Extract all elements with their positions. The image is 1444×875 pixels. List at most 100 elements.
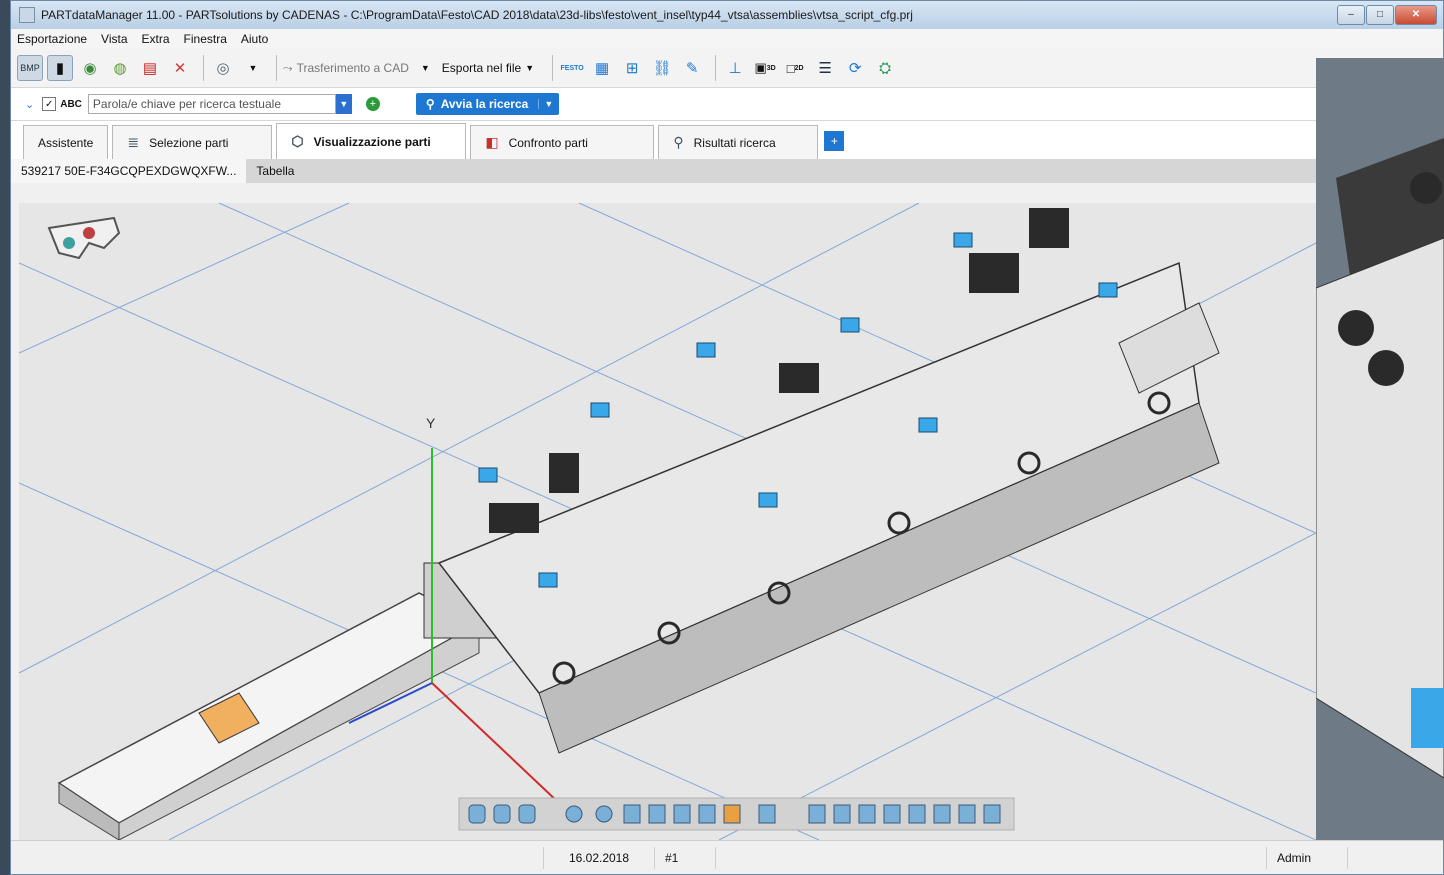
table-icon[interactable]: ⊞ [619, 55, 645, 81]
chevron-down-icon[interactable]: ▼ [538, 99, 553, 109]
status-empty [716, 846, 1267, 869]
status-date: 16.02.2018 [544, 846, 655, 869]
magnifier-icon: ⚲ [425, 97, 435, 111]
tab-label: Assistente [38, 135, 94, 150]
view-3d-button[interactable]: ▣ 3D [752, 55, 778, 81]
view-right-icon[interactable] [858, 804, 876, 824]
tab-label: Selezione parti [149, 135, 229, 150]
phone-icon[interactable]: ▮ [47, 55, 73, 81]
measure-icon[interactable]: ⊥ [722, 55, 748, 81]
export-file-button[interactable]: Esporta nel file ▼ [442, 61, 534, 75]
status-user: Admin [1267, 846, 1348, 869]
transfer-to-cad-button[interactable]: ⤳ Trasferimento a CAD [283, 61, 409, 76]
festo-button[interactable]: FESTO [559, 55, 585, 81]
main-tabs: Assistente ≣ Selezione parti ⬡ Visualizzaz… [11, 121, 1443, 159]
view-2d-button[interactable]: □ 2D [782, 55, 808, 81]
status-bar: 16.02.2018 #1 Admin [11, 840, 1443, 874]
menu-finestra[interactable]: Finestra [184, 32, 227, 46]
minimize-button[interactable]: – [1337, 5, 1365, 25]
tab-selezione-parti[interactable]: ≣ Selezione parti [112, 125, 273, 159]
toolbar-separator [552, 55, 554, 81]
transfer-label: Trasferimento a CAD [296, 61, 409, 75]
title-bar[interactable]: PARTdataManager 11.00 - PARTsolutions by… [11, 1, 1443, 29]
view-top-icon[interactable] [883, 804, 901, 824]
abc-label: ABC [60, 98, 82, 110]
close-button[interactable]: ✕ [1395, 5, 1437, 25]
menu-esportazione[interactable]: Esportazione [17, 32, 87, 46]
chevron-down-icon: ▼ [525, 63, 535, 73]
list-icon[interactable]: ☰ [812, 55, 838, 81]
wrench-icon[interactable]: ✎ [679, 55, 705, 81]
menu-vista[interactable]: Vista [101, 32, 127, 46]
compare-icon: ◧ [485, 134, 499, 150]
toolbar-separator [203, 55, 204, 81]
subtab-tabella[interactable]: Tabella [246, 159, 304, 183]
double-chevron-icon[interactable]: ⌄ [25, 98, 34, 111]
search-input[interactable]: Parola/e chiave per ricerca testuale [87, 94, 336, 114]
cylinder-view-icon[interactable] [468, 804, 486, 824]
window-title: PARTdataManager 11.00 - PARTsolutions by… [41, 8, 913, 22]
color-icon[interactable] [723, 804, 741, 824]
square-icon: □ [786, 60, 795, 76]
view-bottom-icon[interactable] [908, 804, 926, 824]
view-2d-label: 2D [794, 64, 804, 72]
glasses-icon[interactable] [47, 216, 121, 260]
shaded-view-icon[interactable] [493, 804, 511, 824]
view-iso3-icon[interactable] [983, 804, 1001, 824]
view-back-icon[interactable] [808, 804, 826, 824]
view-front-icon[interactable] [758, 804, 776, 824]
status-index: #1 [655, 846, 716, 869]
wire-view-icon[interactable] [518, 804, 536, 824]
orbit-icon[interactable] [595, 805, 613, 823]
box-icon: ⬡ [291, 133, 304, 149]
tab-label: Visualizzazione parti [313, 134, 431, 149]
globe-refresh-icon[interactable]: ◉ [77, 55, 103, 81]
view-toolbar [458, 797, 1015, 831]
y-axis-label: Y [426, 415, 436, 431]
status-empty [11, 846, 544, 869]
view-iso2-icon[interactable] [958, 804, 976, 824]
start-search-label: Avvia la ricerca [440, 97, 529, 111]
festo-label: FESTO [560, 64, 584, 72]
app-icon [19, 7, 35, 23]
transfer-dropdown[interactable]: ▼ [421, 63, 430, 73]
bmp-button[interactable]: BMP [17, 55, 43, 81]
tab-label: Risultati ricerca [693, 135, 776, 150]
viewport-scene: Y [19, 203, 1316, 840]
menu-aiuto[interactable]: Aiuto [241, 32, 268, 46]
tab-confronto-parti[interactable]: ◧ Confronto parti [470, 125, 655, 159]
tab-visualizzazione-parti[interactable]: ⬡ Visualizzazione parti [276, 123, 467, 159]
abc-checkbox[interactable]: ✓ [42, 97, 57, 111]
stack-icon: ≣ [127, 134, 140, 150]
view-left-icon[interactable] [833, 804, 851, 824]
add-search-icon[interactable]: + [365, 97, 380, 111]
tab-assistente[interactable]: Assistente [23, 125, 109, 159]
pdf-icon[interactable]: ▤ [137, 55, 163, 81]
toolbar-separator [715, 55, 717, 81]
subtab-part[interactable]: 539217 50E-F34GCQPEXDGWQXFW... [11, 159, 247, 183]
close-export-icon[interactable]: ✕ [167, 55, 193, 81]
add-tab-button[interactable]: + [824, 131, 845, 151]
zoom-icon[interactable] [565, 805, 583, 823]
view-iso-icon[interactable] [933, 804, 951, 824]
rotate-icon[interactable]: ⟳ [842, 55, 868, 81]
start-search-button[interactable]: ⚲ Avvia la ricerca ▼ [415, 93, 560, 115]
disk-icon[interactable]: ◎ [210, 55, 236, 81]
tab-label: Confronto parti [508, 135, 588, 150]
tab-risultati-ricerca[interactable]: ⚲ Risultati ricerca [658, 125, 819, 159]
pdf-export-icon[interactable]: ▦ [589, 55, 615, 81]
menu-extra[interactable]: Extra [142, 32, 170, 46]
link-icon[interactable]: ⛓ [649, 55, 675, 81]
3d-viewport[interactable]: Y [19, 203, 1316, 840]
maximize-button[interactable]: □ [1366, 5, 1394, 25]
layer-icon[interactable] [698, 804, 716, 824]
dimension-icon[interactable] [648, 804, 666, 824]
background-cad-window: FE [1316, 58, 1444, 840]
section-icon[interactable] [623, 804, 641, 824]
assembly-icon[interactable]: ⛭ [872, 55, 898, 81]
menu-bar: Esportazione Vista Extra Finestra Aiuto [11, 29, 1443, 49]
mesh-icon[interactable] [673, 804, 691, 824]
search-dropdown[interactable]: ▼ [335, 94, 352, 114]
globe-icon[interactable]: ◍ [107, 55, 133, 81]
chevron-down-icon[interactable]: ▼ [240, 55, 266, 81]
